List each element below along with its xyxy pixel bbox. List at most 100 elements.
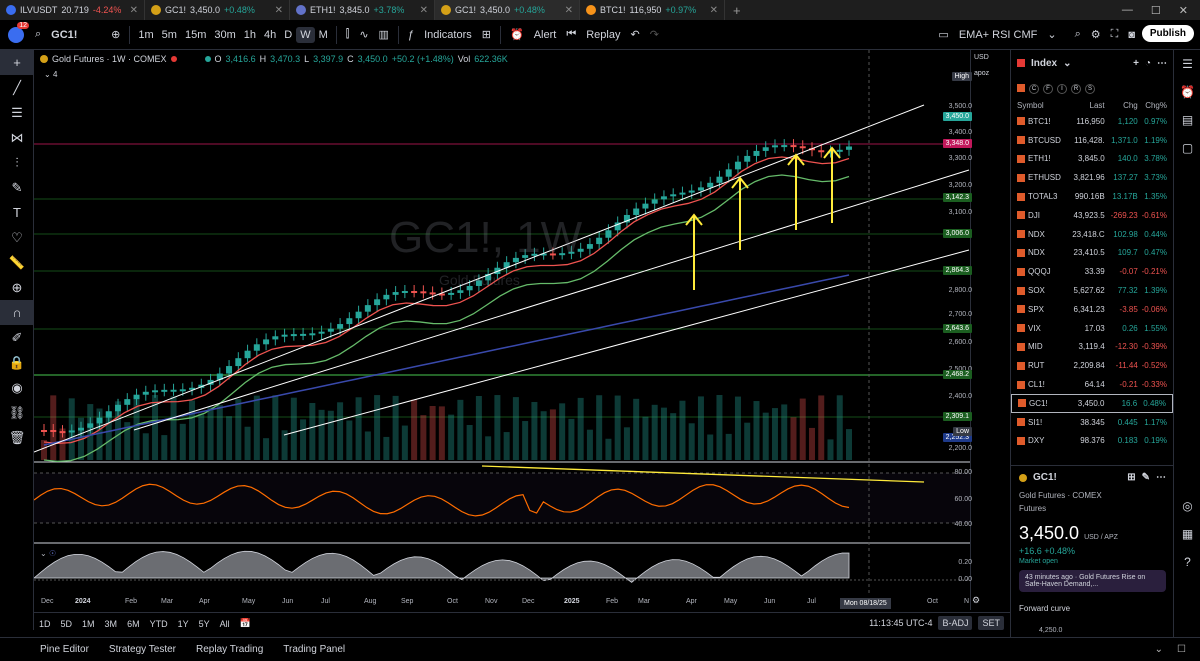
range-3M[interactable]: 3M <box>100 619 123 629</box>
watchlist-row[interactable]: VIX 17.03 0.26 1.55% <box>1011 319 1173 338</box>
watchlist-filter[interactable]: R <box>1071 84 1081 94</box>
watchlist-row[interactable]: DJI 43,923.5 -269.23 -0.61% <box>1011 206 1173 225</box>
browser-tab[interactable]: ILVUSDT 20.719 -4.24% ✕ <box>0 0 145 20</box>
calendar-icon[interactable]: ▦ <box>1174 520 1200 548</box>
watchlist-row[interactable]: NDX 23,410.5 109.7 0.47% <box>1011 244 1173 263</box>
col-chg[interactable]: Chg <box>1105 101 1138 110</box>
watchlist-icon[interactable]: ☰ <box>1174 50 1200 78</box>
eye-icon[interactable]: ◉ <box>0 375 34 400</box>
timeframe-5m[interactable]: 5m <box>158 27 181 43</box>
range-1Y[interactable]: 1Y <box>173 619 194 629</box>
magnet-icon[interactable]: ∩ <box>0 300 34 325</box>
timeframe-30m[interactable]: 30m <box>210 27 239 43</box>
more-icon[interactable]: ⋯ <box>1157 58 1167 69</box>
link-icon[interactable]: ⛓ <box>0 400 34 425</box>
settings-icon[interactable]: ⚙ <box>1086 28 1106 41</box>
collapse-panel-icon[interactable]: ⌄ <box>1155 644 1163 655</box>
help-icon[interactable]: ? <box>1174 548 1200 576</box>
col-last[interactable]: Last <box>1072 101 1105 110</box>
badj-button[interactable]: B-ADJ <box>938 616 973 630</box>
watchlist-filter[interactable]: F <box>1043 84 1053 94</box>
browser-tab[interactable]: GC1! 3,450.0 +0.48% ✕ <box>435 0 580 20</box>
symbol-search-button[interactable]: GC1! <box>46 29 106 41</box>
time-axis[interactable]: Dec 2024 Feb Mar Apr May Jun Jul Aug Sep Oct Nov Dec… <box>34 595 970 610</box>
fullscreen-icon[interactable]: ⛶ <box>1106 28 1124 41</box>
data-window-icon[interactable]: ▤ <box>1174 106 1200 134</box>
watchlist-filter[interactable]: I <box>1057 84 1067 94</box>
collapse-pane-icon[interactable]: ⌄ ☉ <box>40 549 56 558</box>
chat-icon[interactable]: ▢ <box>1174 134 1200 162</box>
layout-chevron-icon[interactable]: ⌄ <box>1042 28 1061 41</box>
maximize-icon[interactable]: ☐ <box>1151 4 1161 17</box>
watchlist-row[interactable]: ETHUSD 3,821.96 137.27 3.73% <box>1011 168 1173 187</box>
layout-name[interactable]: EMA+ RSI CMF <box>954 29 1043 41</box>
bottom-tab[interactable]: Trading Panel <box>273 644 355 655</box>
browser-tab[interactable]: ETH1! 3,845.0 +3.78% ✕ <box>290 0 435 20</box>
bottom-tab[interactable]: Replay Trading <box>186 644 273 655</box>
fib-icon[interactable]: ☰ <box>0 100 34 125</box>
bottom-tab[interactable]: Strategy Tester <box>99 644 186 655</box>
watchlist-row[interactable]: DXY 98.376 0.183 0.19% <box>1011 432 1173 451</box>
watchlist-row[interactable]: SOX 5,627.62 77.32 1.39% <box>1011 281 1173 300</box>
chevron-down-icon[interactable]: ⌄ <box>1063 58 1071 69</box>
redo-icon[interactable]: ↷ <box>645 28 664 41</box>
browser-tab[interactable]: GC1! 3,450.0 +0.48% ✕ <box>145 0 290 20</box>
bar-type-icon[interactable]: ⫿ <box>341 28 355 41</box>
tab-close-icon[interactable]: ✕ <box>130 5 138 16</box>
replay-icon[interactable]: ⏮ <box>561 28 581 41</box>
watchlist-row[interactable]: QQQJ 33.39 -0.07 -0.21% <box>1011 262 1173 281</box>
watchlist-filter[interactable]: C <box>1029 84 1039 94</box>
watchlist-row[interactable]: CL1! 64.14 -0.21 -0.33% <box>1011 375 1173 394</box>
chart-title[interactable]: Gold Futures · 1W · COMEX <box>52 54 167 64</box>
range-1D[interactable]: 1D <box>34 619 56 629</box>
range-YTD[interactable]: YTD <box>145 619 173 629</box>
ruler-icon[interactable]: 📏 <box>0 250 34 275</box>
news-item[interactable]: 43 minutes ago · Gold Futures Rise on Sa… <box>1019 570 1166 592</box>
details-symbol[interactable]: GC1! <box>1033 472 1057 483</box>
lock-draw-icon[interactable]: ✐ <box>0 325 34 350</box>
chart-pane[interactable]: GC1!, 1W Gold Futures Gold Futures · 1W … <box>34 50 1010 610</box>
alerts-icon[interactable]: ⏰ <box>1174 78 1200 106</box>
tab-close-icon[interactable]: ✕ <box>710 5 718 16</box>
replay-button[interactable]: Replay <box>581 29 625 41</box>
line-type-icon[interactable]: ∿ <box>354 28 373 41</box>
undo-icon[interactable]: ↶ <box>625 28 644 41</box>
templates-icon[interactable]: ⊞ <box>477 28 496 41</box>
compare-icon[interactable]: ⊕ <box>106 28 125 41</box>
indicator-count[interactable]: ⌄ 4 <box>44 70 57 79</box>
search-icon[interactable]: ⌕ <box>30 28 46 41</box>
grid-icon[interactable]: ⊞ <box>1127 472 1135 483</box>
timeframe-D[interactable]: D <box>280 27 296 43</box>
watchlist-row[interactable]: BTC1! 116,950 1,120 0.97% <box>1011 112 1173 131</box>
set-button[interactable]: SET <box>978 616 1004 630</box>
heart-icon[interactable]: ♡ <box>0 225 34 250</box>
watchlist-filter[interactable]: S <box>1085 84 1095 94</box>
indicators-icon[interactable]: ƒ <box>403 29 419 41</box>
forecast-icon[interactable]: ⫶ <box>0 150 34 175</box>
watchlist-row[interactable]: GC1! 3,450.0 16.6 0.48% <box>1011 393 1173 413</box>
range-1M[interactable]: 1M <box>77 619 100 629</box>
currency-label[interactable]: USD <box>974 54 989 61</box>
watchlist-row[interactable]: ETH1! 3,845.0 140.0 3.78% <box>1011 150 1173 169</box>
candles-icon[interactable]: ▥ <box>374 28 394 41</box>
pattern-icon[interactable]: ⋈ <box>0 125 34 150</box>
timeframe-W[interactable]: W <box>296 26 315 43</box>
watchlist-row[interactable]: RUT 2,209.84 -11.44 -0.52% <box>1011 356 1173 375</box>
camera-icon[interactable]: ◙ <box>1123 29 1140 41</box>
layout-icon[interactable]: ▭ <box>933 28 953 41</box>
brush-icon[interactable]: ✎ <box>0 175 34 200</box>
clock[interactable]: 11:13:45 UTC-4 <box>869 618 932 628</box>
more-icon[interactable]: ⋯ <box>1156 472 1166 483</box>
range-6M[interactable]: 6M <box>122 619 145 629</box>
timeframe-1h[interactable]: 1h <box>240 27 260 43</box>
alert-icon[interactable]: ⏰ <box>505 28 529 41</box>
advanced-view-icon[interactable]: ◔ <box>1145 58 1151 69</box>
add-symbol-icon[interactable]: + <box>1133 58 1139 69</box>
range-5Y[interactable]: 5Y <box>194 619 215 629</box>
edit-icon[interactable]: ✎ <box>1142 472 1150 483</box>
maximize-panel-icon[interactable]: ☐ <box>1177 644 1186 655</box>
bottom-tab[interactable]: Pine Editor <box>30 644 99 655</box>
range-All[interactable]: All <box>215 619 235 629</box>
lock-icon[interactable]: 🔒 <box>0 350 34 375</box>
date-range-icon[interactable]: 📅 <box>235 618 256 629</box>
